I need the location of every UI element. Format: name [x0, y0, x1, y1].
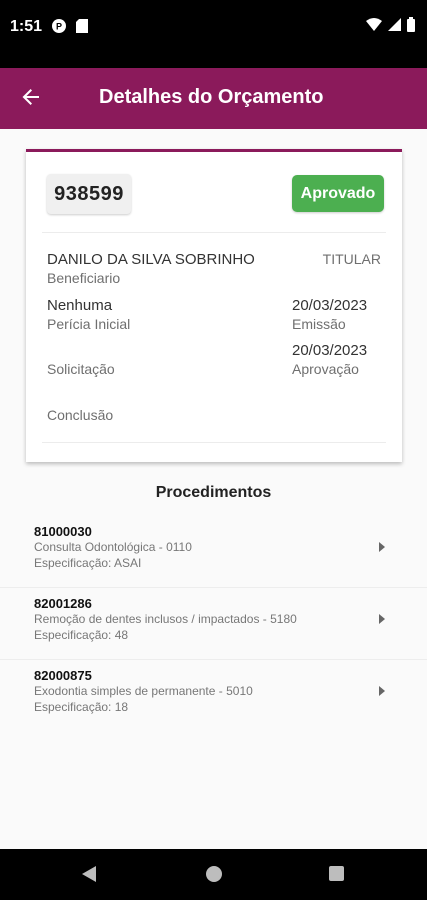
procedures-list: 81000030 Consulta Odontológica - 0110 Es… — [0, 516, 427, 732]
chevron-right-icon — [379, 686, 385, 696]
svg-text:P: P — [56, 22, 62, 32]
status-badge: Aprovado — [292, 175, 384, 212]
procedure-description: Exodontia simples de permanente - 5010 — [34, 684, 253, 698]
sim-card-icon — [76, 19, 90, 33]
procedure-code: 82000875 — [34, 668, 92, 683]
nav-home-icon[interactable] — [206, 866, 222, 882]
nav-recents-icon[interactable] — [329, 866, 344, 881]
procedure-code: 81000030 — [34, 524, 92, 539]
emissao-value: 20/03/2023 — [292, 297, 368, 314]
beneficiary-name: DANILO DA SILVA SOBRINHO — [47, 251, 255, 268]
procedure-description: Consulta Odontológica - 0110 — [34, 540, 192, 554]
status-time: 1:51 — [10, 18, 43, 35]
solicitacao-label: Solicitação — [47, 361, 115, 377]
status-bar: 1:51 P — [0, 0, 427, 68]
nav-back-icon[interactable] — [82, 866, 96, 882]
divider — [42, 232, 386, 233]
back-button[interactable] — [14, 82, 48, 116]
pericia-label: Perícia Inicial — [47, 316, 131, 332]
arrow-left-icon — [21, 87, 41, 112]
main-content: 938599 Aprovado DANILO DA SILVA SOBRINHO… — [0, 129, 427, 849]
system-nav-bar — [0, 849, 427, 900]
beneficiary-label: Beneficiario — [47, 270, 121, 286]
aprovacao-label: Aprovação — [292, 361, 359, 377]
list-item[interactable]: 82000875 Exodontia simples de permanente… — [0, 660, 427, 732]
app-notification-icon: P — [52, 19, 66, 33]
wifi-icon — [366, 18, 382, 36]
procedure-code: 82001286 — [34, 596, 92, 611]
procedure-specification: Especificação: ASAI — [34, 556, 142, 570]
procedure-description: Remoção de dentes inclusos / impactados … — [34, 612, 297, 626]
status-icons — [366, 17, 415, 37]
procedure-specification: Especificação: 18 — [34, 700, 129, 714]
aprovacao-value: 20/03/2023 — [292, 342, 368, 359]
procedures-title: Procedimentos — [155, 484, 272, 501]
battery-icon — [407, 17, 415, 37]
budget-code: 938599 — [47, 174, 131, 214]
app-bar: Detalhes do Orçamento — [0, 68, 427, 129]
chevron-right-icon — [379, 542, 385, 552]
chevron-right-icon — [379, 614, 385, 624]
conclusao-label: Conclusão — [47, 407, 114, 423]
list-item[interactable]: 82001286 Remoção de dentes inclusos / im… — [0, 588, 427, 660]
list-item[interactable]: 81000030 Consulta Odontológica - 0110 Es… — [0, 516, 427, 588]
page-title: Detalhes do Orçamento — [99, 86, 324, 108]
procedure-specification: Especificação: 48 — [34, 628, 129, 642]
beneficiary-type: TITULAR — [322, 251, 381, 267]
budget-card: 938599 Aprovado DANILO DA SILVA SOBRINHO… — [26, 149, 402, 462]
signal-icon — [388, 18, 401, 36]
emissao-label: Emissão — [292, 316, 346, 332]
pericia-value: Nenhuma — [47, 297, 113, 314]
divider — [42, 442, 386, 443]
